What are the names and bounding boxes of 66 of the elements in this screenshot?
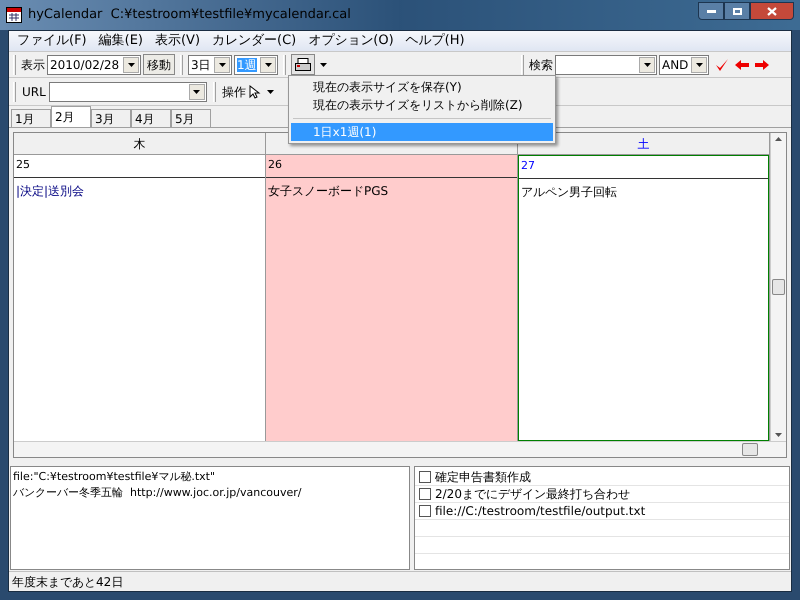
month-tab[interactable]: 4月 bbox=[131, 109, 171, 127]
menu-item[interactable]: カレンダー(C) bbox=[206, 31, 302, 51]
menu-item[interactable]: オプション(O) bbox=[302, 31, 400, 51]
calendar-event[interactable]: 女子スノーボードPGS bbox=[268, 184, 388, 198]
horizontal-scrollbar[interactable] bbox=[14, 441, 786, 457]
todo-label: 確定申告書類作成 bbox=[435, 469, 531, 486]
date-number: 26 bbox=[268, 158, 282, 171]
calendar-event[interactable]: アルペン男子回転 bbox=[521, 185, 617, 199]
memo-line: file:"C:¥testroom¥testfile¥マル秘.txt" bbox=[13, 469, 216, 485]
scroll-thumb[interactable] bbox=[742, 443, 758, 456]
printer-button[interactable] bbox=[291, 54, 315, 75]
url-label: URL bbox=[22, 84, 46, 100]
todo-label: 2/20までにデザイン最終打ち合わせ bbox=[435, 486, 630, 503]
mode-dropdown[interactable]: AND bbox=[659, 54, 709, 74]
url-field[interactable] bbox=[48, 82, 207, 102]
status-text: 年度末まであと42日 bbox=[12, 574, 124, 590]
date-number: 27 bbox=[521, 159, 535, 172]
menu-item[interactable]: ヘルプ(H) bbox=[400, 31, 471, 51]
date-dropdown[interactable]: 2010/02/28 bbox=[47, 54, 141, 74]
close-button[interactable] bbox=[750, 2, 794, 20]
month-tab[interactable]: 2月 bbox=[51, 106, 91, 127]
caret-icon bbox=[193, 90, 200, 94]
menu-item[interactable]: 現在の表示サイズを保存(Y) bbox=[291, 78, 553, 96]
caret-icon bbox=[218, 62, 226, 66]
scroll-thumb[interactable] bbox=[772, 279, 785, 295]
calendar-event[interactable]: |決定|送別会 bbox=[16, 184, 84, 198]
caret-icon bbox=[128, 62, 134, 66]
close-icon bbox=[767, 6, 777, 16]
month-tab[interactable]: 5月 bbox=[171, 109, 211, 127]
search-label: 検索 bbox=[529, 56, 553, 74]
window-title: hyCalendar C:¥testroom¥testfile¥mycalendar.cal bbox=[28, 6, 351, 24]
left-arrow-icon[interactable] bbox=[735, 60, 749, 70]
maximize-button[interactable] bbox=[724, 2, 750, 20]
minimize-button[interactable] bbox=[698, 2, 724, 20]
printer-icon bbox=[295, 58, 311, 72]
pointer-icon[interactable] bbox=[248, 84, 261, 98]
todo-checkbox[interactable] bbox=[419, 488, 431, 500]
vertical-scrollbar[interactable] bbox=[770, 133, 786, 441]
month-tab[interactable]: 3月 bbox=[91, 109, 131, 127]
month-tab[interactable]: 1月 bbox=[11, 109, 51, 127]
memo-line: バンクーバー冬季五輪 http://www.joc.or.jp/vancouver/ bbox=[13, 485, 302, 501]
caret-icon bbox=[644, 62, 650, 66]
go-button[interactable]: 移動 bbox=[143, 54, 175, 75]
caret-icon bbox=[696, 62, 702, 66]
check-icon[interactable] bbox=[715, 58, 729, 72]
menu-item[interactable]: 表示(V) bbox=[148, 31, 206, 51]
date-number: 25 bbox=[16, 158, 30, 171]
caret-icon bbox=[264, 62, 272, 66]
column-header: 土 bbox=[518, 133, 769, 155]
column-header: 木 bbox=[14, 133, 265, 155]
menu-item[interactable]: 編集(E) bbox=[92, 31, 149, 51]
todo-checkbox[interactable] bbox=[419, 471, 431, 483]
days-dropdown[interactable]: 3日 bbox=[188, 54, 232, 74]
operation-label: 操作 bbox=[222, 84, 246, 100]
todo-label: file://C:/testroom/testfile/output.txt bbox=[435, 503, 646, 520]
right-arrow-icon[interactable] bbox=[755, 60, 769, 70]
scroll-down-icon[interactable] bbox=[775, 433, 782, 437]
search-field[interactable] bbox=[555, 54, 657, 74]
caret-icon bbox=[266, 90, 274, 94]
caret-icon bbox=[320, 62, 327, 66]
scroll-up-icon[interactable] bbox=[775, 137, 782, 141]
calendar-icon bbox=[6, 7, 22, 23]
menu-item[interactable]: ファイル(F) bbox=[11, 31, 93, 51]
menu-item[interactable]: 現在の表示サイズをリストから削除(Z) bbox=[291, 96, 553, 114]
todo-checkbox[interactable] bbox=[419, 505, 431, 517]
view-label: 表示 bbox=[21, 56, 45, 74]
